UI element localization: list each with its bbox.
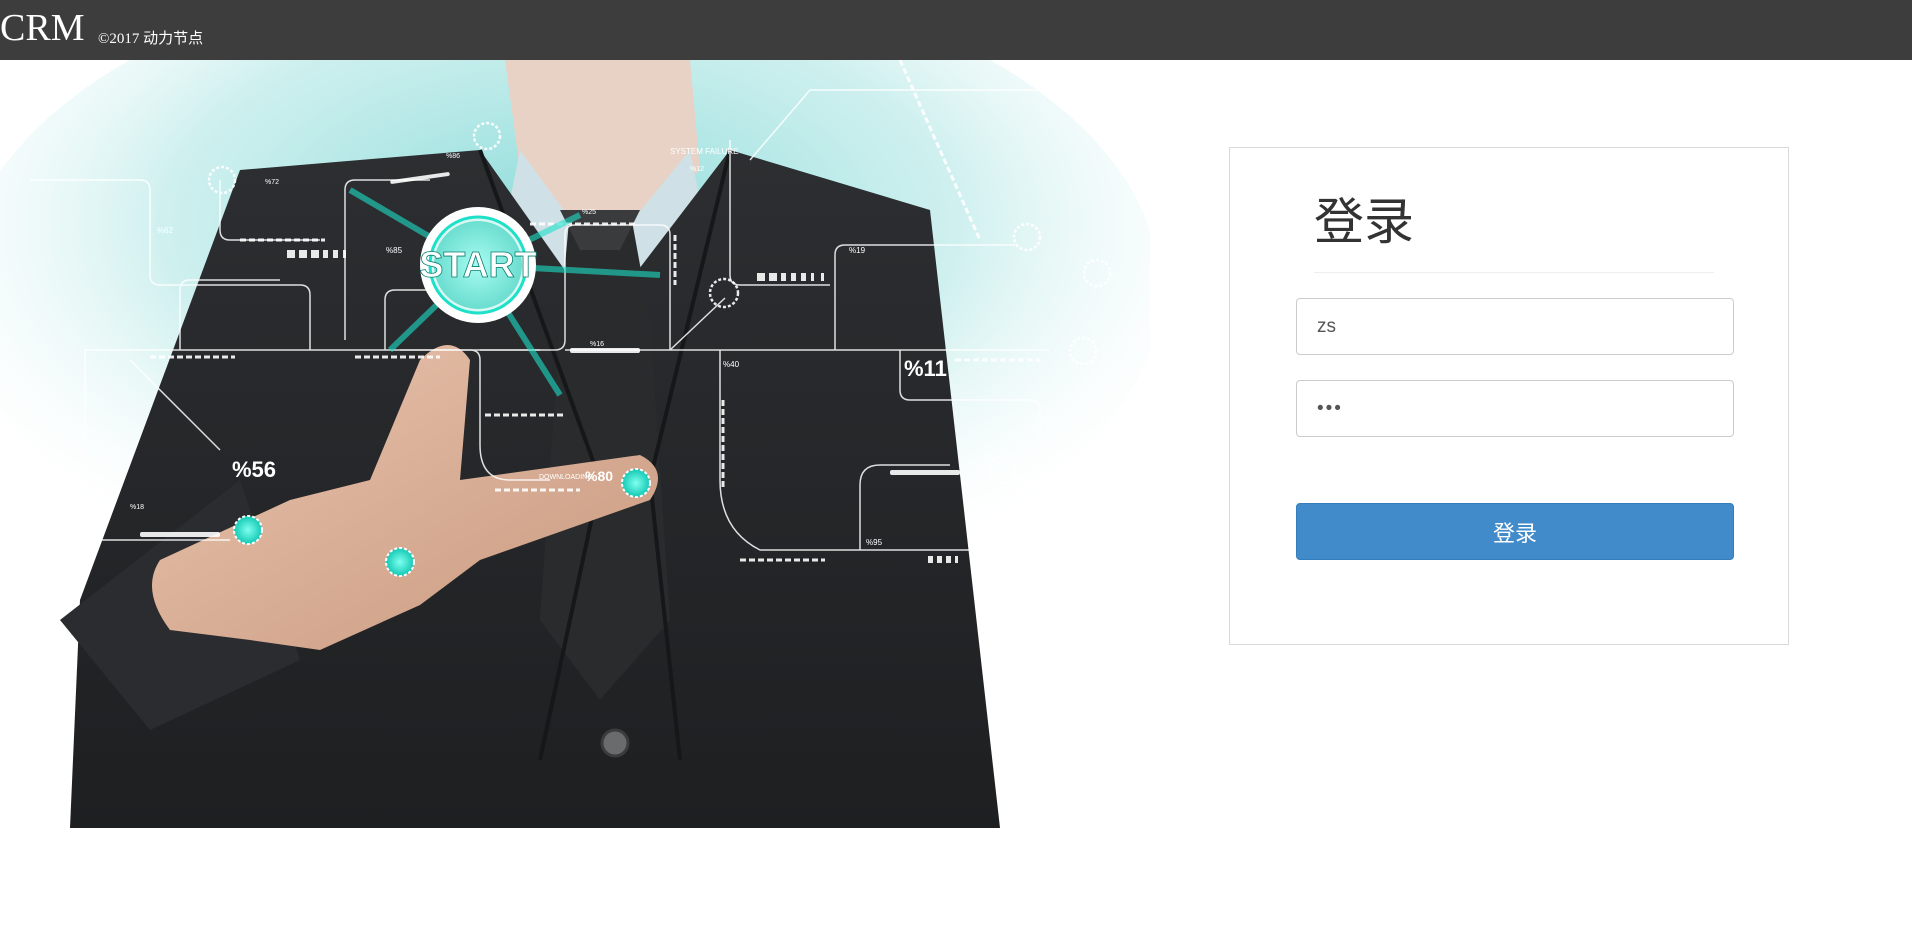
hud-label-11: %11 [904, 356, 947, 381]
start-label: START [419, 244, 536, 285]
hero-image: START %56 %80 %11 %85 %19 %62 %40 %95 %7… [0, 60, 1150, 828]
login-button[interactable]: 登录 [1296, 503, 1734, 560]
username-input[interactable] [1296, 298, 1734, 355]
brand-logo: CRM [0, 7, 85, 49]
hud-label-25: %25 [582, 209, 596, 216]
hud-label-40: %40 [723, 360, 740, 369]
hud-label-85: %85 [386, 246, 403, 255]
title-divider [1314, 272, 1714, 273]
hud-system-label: SYSTEM FAILURE [670, 147, 738, 156]
hud-label-18: %18 [130, 504, 144, 511]
hud-label-95: %95 [866, 538, 883, 547]
top-bar: CRM ©2017 动力节点 [0, 0, 1912, 60]
hud-downloading-label: DOWNLOADING [539, 474, 593, 481]
copyright-text: ©2017 动力节点 [98, 31, 204, 47]
login-title: 登录 [1314, 193, 1414, 251]
hud-label-72: %72 [265, 179, 279, 186]
hud-label-86: %86 [446, 153, 460, 160]
login-panel: 登录 登录 [1229, 147, 1789, 645]
hud-label-16: %16 [590, 341, 604, 348]
hud-label-12: %12 [690, 166, 704, 173]
hud-label-62: %62 [157, 226, 174, 235]
hero-illustration: START %56 %80 %11 %85 %19 %62 %40 %95 %7… [0, 60, 1150, 828]
hud-label-19: %19 [849, 246, 866, 255]
hud-label-56: %56 [232, 457, 276, 482]
password-input[interactable] [1296, 380, 1734, 437]
